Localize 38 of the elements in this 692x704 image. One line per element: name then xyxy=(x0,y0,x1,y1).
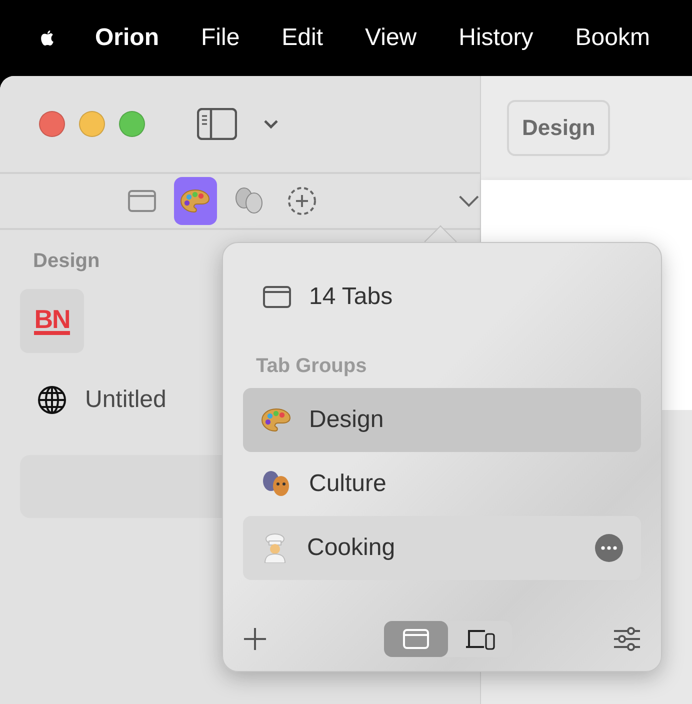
section-title: Tab Groups xyxy=(256,355,368,378)
palette-icon xyxy=(261,407,291,433)
settings-sliders-icon[interactable] xyxy=(613,627,641,651)
window-icon[interactable] xyxy=(263,286,291,308)
sidebar-toggle-icon[interactable] xyxy=(197,108,237,140)
zoom-button[interactable] xyxy=(119,111,145,137)
group-title: Design xyxy=(33,250,101,273)
chevron-down-icon[interactable] xyxy=(458,194,480,208)
globe-icon xyxy=(37,385,67,415)
more-button[interactable] xyxy=(595,534,623,562)
tab-group-button[interactable]: Design xyxy=(507,100,610,156)
theater-masks-icon[interactable] xyxy=(234,187,264,215)
window-icon xyxy=(128,190,156,212)
menu-item[interactable]: History xyxy=(458,24,534,52)
tab-group-item[interactable]: Cooking xyxy=(243,516,641,580)
group-name: Cooking xyxy=(307,534,396,562)
group-name: Design xyxy=(309,406,384,434)
chevron-down-icon[interactable] xyxy=(263,119,279,129)
menu-item[interactable]: Edit xyxy=(282,24,324,52)
theater-masks-icon xyxy=(261,470,291,498)
menu-item[interactable]: View xyxy=(365,24,417,52)
app-menu[interactable]: Orion xyxy=(95,24,159,52)
favicon-logo: BN xyxy=(34,307,70,335)
tab-group-item[interactable]: Culture xyxy=(243,452,641,516)
tab-title[interactable]: Untitled xyxy=(85,386,166,414)
palette-icon xyxy=(180,188,210,214)
tab-group-item[interactable]: Design xyxy=(243,388,641,452)
menu-item[interactable]: Bookm xyxy=(575,24,650,52)
menu-item[interactable]: File xyxy=(201,24,240,52)
window-icon xyxy=(403,629,429,649)
add-group-icon[interactable] xyxy=(287,186,318,216)
add-icon[interactable] xyxy=(243,627,267,651)
close-button[interactable] xyxy=(39,111,65,137)
tab-group-button[interactable] xyxy=(174,177,218,225)
laptop-phone-icon xyxy=(465,628,495,650)
ellipsis-icon xyxy=(601,546,617,550)
group-name: Culture xyxy=(309,470,386,498)
all-tabs-item[interactable]: 14 Tabs xyxy=(309,283,393,311)
